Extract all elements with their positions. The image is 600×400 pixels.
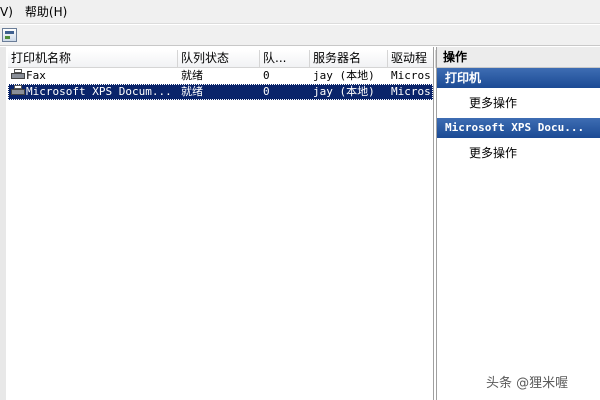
- actions-pane: 操作 打印机 更多操作 Microsoft XPS Docu... 更多操作: [436, 47, 600, 400]
- table-row-fax[interactable]: Fax 就绪 0 jay (本地) Micros: [8, 68, 433, 84]
- queue-count: 0: [263, 85, 270, 98]
- more-actions-printers[interactable]: 更多操作: [437, 88, 600, 118]
- queue-status: 就绪: [181, 85, 203, 98]
- column-header-queue[interactable]: 队...: [260, 50, 310, 68]
- server-name: jay (本地): [313, 69, 375, 82]
- list-header: 打印机名称 队列状态 队... 服务器名 驱动程: [8, 50, 436, 68]
- menu-help[interactable]: 帮助(H): [19, 0, 73, 24]
- driver-name: Micros: [391, 85, 431, 98]
- driver-name: Micros: [391, 69, 431, 82]
- column-header-driver[interactable]: 驱动程: [388, 50, 436, 68]
- menu-view[interactable]: V): [0, 0, 19, 24]
- queue-count: 0: [263, 69, 270, 82]
- printer-name: Microsoft XPS Docum...: [26, 85, 172, 98]
- printer-list-pane: 打印机名称 队列状态 队... 服务器名 驱动程 Fax 就绪 0 jay (本…: [0, 47, 436, 400]
- server-name: jay (本地): [313, 85, 375, 98]
- actions-section-printers[interactable]: 打印机: [437, 68, 600, 88]
- column-header-printer-name[interactable]: 打印机名称: [8, 50, 178, 68]
- column-header-server-name[interactable]: 服务器名: [310, 50, 388, 68]
- toolbar: [0, 25, 600, 46]
- table-row-microsoft-xps[interactable]: Microsoft XPS Docum... 就绪 0 jay (本地) Mic…: [8, 84, 433, 100]
- column-header-queue-status[interactable]: 队列状态: [178, 50, 260, 68]
- printer-name: Fax: [26, 69, 46, 82]
- printer-icon: [11, 85, 25, 96]
- actions-title: 操作: [437, 47, 600, 68]
- queue-status: 就绪: [181, 69, 203, 82]
- actions-section-microsoft-xps[interactable]: Microsoft XPS Docu...: [437, 118, 600, 138]
- more-actions-microsoft-xps[interactable]: 更多操作: [437, 138, 600, 168]
- watermark: 头条 @狸米喔: [486, 376, 569, 391]
- show-hide-console-tree-icon[interactable]: [2, 28, 17, 42]
- printer-icon: [11, 69, 25, 80]
- menu-bar: V) 帮助(H): [0, 0, 600, 24]
